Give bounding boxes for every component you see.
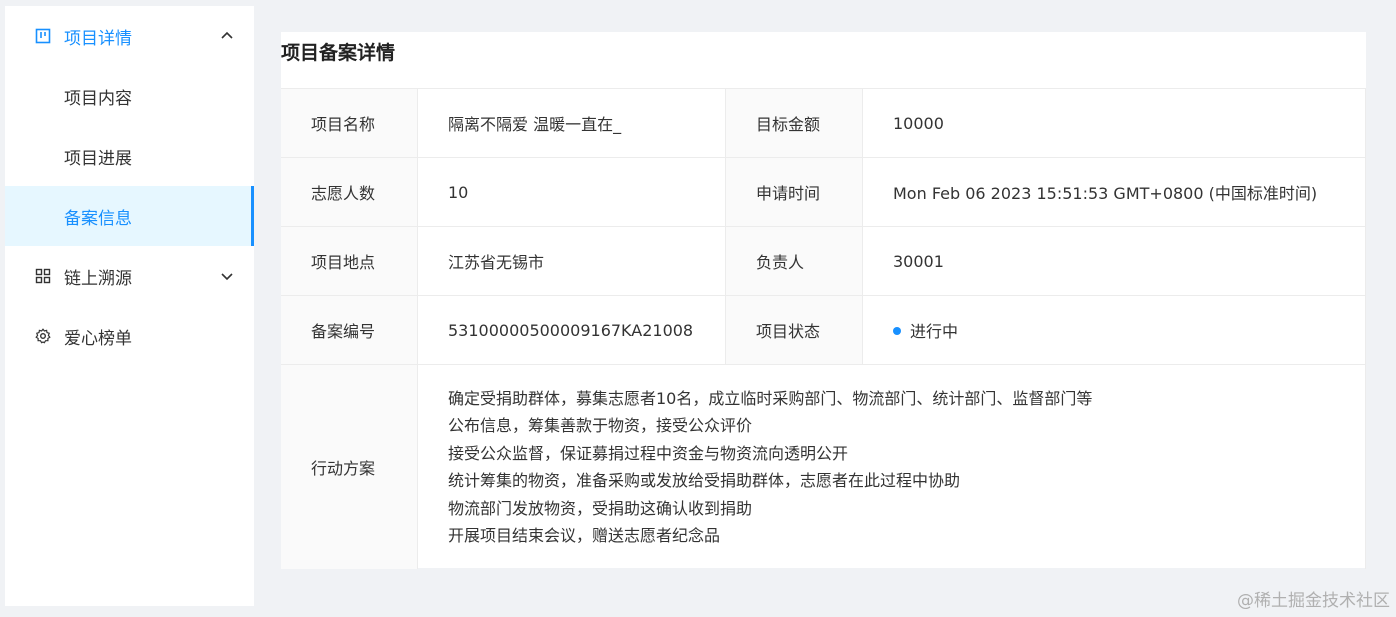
page-title: 项目备案详情 xyxy=(281,42,396,64)
field-label: 行动方案 xyxy=(281,364,418,569)
menu-project-detail[interactable]: 项目详情 xyxy=(5,6,254,66)
table-row: 项目地点 江苏省无锡市 负责人 30001 xyxy=(281,226,1366,296)
field-value: 53100000500009167KA21008 xyxy=(417,295,726,365)
status-cell: 进行中 xyxy=(862,295,1366,365)
grid-icon xyxy=(35,268,51,284)
field-label: 负责人 xyxy=(725,226,863,296)
field-value: 江苏省无锡市 xyxy=(417,226,726,296)
table-row: 行动方案 确定受捐助群体，募集志愿者10名，成立临时采购部门、物流部门、统计部门… xyxy=(281,364,1366,569)
table-row: 备案编号 53100000500009167KA21008 项目状态 进行中 xyxy=(281,295,1366,365)
sidebar-item-label: 项目进展 xyxy=(64,148,132,169)
chevron-up-icon xyxy=(220,28,234,42)
field-label: 目标金额 xyxy=(725,88,863,158)
table-row: 项目名称 隔离不隔爱 温暖一直在_ 目标金额 10000 xyxy=(281,88,1366,158)
sidebar-item-content[interactable]: 项目内容 xyxy=(5,66,254,126)
status-badge: 进行中 xyxy=(910,322,959,341)
menu-love-rank[interactable]: 爱心榜单 xyxy=(5,306,254,366)
field-value: 10000 xyxy=(862,88,1366,158)
field-value: 30001 xyxy=(862,226,1366,296)
board-icon xyxy=(35,28,51,44)
plan-line: 确定受捐助群体，募集志愿者10名，成立临时采购部门、物流部门、统计部门、监督部门… xyxy=(448,388,1093,408)
field-label: 备案编号 xyxy=(281,295,418,365)
chevron-down-icon xyxy=(220,268,234,282)
field-label: 项目名称 xyxy=(281,88,418,158)
status-dot-icon xyxy=(893,326,901,335)
sidebar-item-label: 备案信息 xyxy=(64,208,132,229)
field-value: 10 xyxy=(417,157,726,227)
sidebar-item-filing[interactable]: 备案信息 xyxy=(5,186,254,246)
menu-chain-trace[interactable]: 链上溯源 xyxy=(5,246,254,306)
plan-line: 物流部门发放物资，受捐助这确认收到捐助 xyxy=(448,498,753,518)
filing-detail-card: 项目备案详情 项目名称 隔离不隔爱 温暖一直在_ 目标金额 10000 志愿人数… xyxy=(281,32,1366,569)
gear-icon xyxy=(35,328,51,344)
menu-love-rank-label: 爱心榜单 xyxy=(64,328,132,349)
field-label: 申请时间 xyxy=(725,157,863,227)
plan-line: 开展项目结束会议，赠送志愿者纪念品 xyxy=(448,526,721,545)
table-row: 志愿人数 10 申请时间 Mon Feb 06 2023 15:51:53 GM… xyxy=(281,157,1366,227)
sidebar-item-label: 项目内容 xyxy=(64,88,132,109)
watermark: @稀土掘金技术社区 xyxy=(1237,591,1390,611)
filing-detail-table: 项目名称 隔离不隔爱 温暖一直在_ 目标金额 10000 志愿人数 10 申请时… xyxy=(281,88,1366,569)
menu-project-detail-label: 项目详情 xyxy=(64,28,132,49)
field-value: Mon Feb 06 2023 15:51:53 GMT+0800 (中国标准时… xyxy=(862,157,1366,227)
plan-line: 接受公众监督，保证募捐过程中资金与物资流向透明公开 xyxy=(448,443,849,463)
plan-line: 公布信息，筹集善款于物资，接受公众评价 xyxy=(448,416,753,435)
field-label: 项目状态 xyxy=(725,295,863,365)
menu-chain-trace-label: 链上溯源 xyxy=(64,268,132,289)
action-plan: 确定受捐助群体，募集志愿者10名，成立临时采购部门、物流部门、统计部门、监督部门… xyxy=(417,364,1366,569)
plan-line: 统计筹集的物资，准备采购或发放给受捐助群体，志愿者在此过程中协助 xyxy=(448,471,961,490)
field-value: 隔离不隔爱 温暖一直在_ xyxy=(417,88,726,158)
sidebar: 项目详情 项目内容 项目进展 备案信息 链上溯源 爱心榜单 xyxy=(5,6,254,606)
sidebar-item-progress[interactable]: 项目进展 xyxy=(5,126,254,186)
field-label: 志愿人数 xyxy=(281,157,418,227)
field-label: 项目地点 xyxy=(281,226,418,296)
submenu-project-detail: 项目内容 项目进展 备案信息 xyxy=(5,66,254,246)
